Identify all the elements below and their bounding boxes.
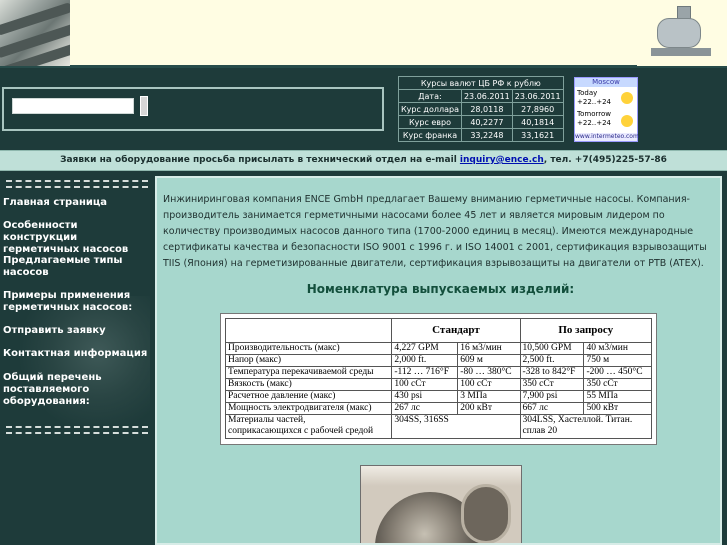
spec-cell: 16 м3/мин	[457, 342, 521, 355]
rate-value: 33,1621	[511, 128, 564, 142]
nomenclature-heading: Номенклатура выпускаемых изделий:	[306, 282, 575, 296]
spec-cell: Расчетное давление (макс)	[224, 390, 393, 403]
main-content: Инжиниринговая компания ENCE GmbH предла…	[155, 176, 722, 545]
weather-city: Moscow	[575, 78, 637, 87]
header-pipes-image	[0, 0, 70, 66]
sun-icon	[621, 92, 633, 104]
sidebar-divider	[6, 426, 148, 434]
spec-cell: -200 … 450°C	[583, 366, 652, 379]
weather-widget[interactable]: Moscow Today +22..+24 Tomorrow +22..+24 …	[574, 77, 639, 142]
exchange-rates-table: Курсы валют ЦБ РФ к рублю Дата: 23.06.20…	[398, 76, 564, 142]
spec-cell: Производительность (макс)	[224, 342, 393, 355]
header-pump-image	[637, 0, 727, 66]
table-row: Материалы частей, соприкасающихся с рабоч…	[224, 414, 653, 439]
sidebar-divider	[6, 180, 148, 188]
weather-site-link[interactable]: www.intermeteo.com	[575, 133, 639, 141]
pump-photo	[360, 465, 522, 543]
table-row: Напор (макс) 2,000 ft. 609 м 2,500 ft. 7…	[224, 354, 652, 367]
materials-label-line: Материалы частей,	[228, 415, 306, 425]
spec-cell: Мощность электродвигателя (макс)	[224, 402, 393, 415]
spec-cell: -328 to 842°F	[519, 366, 585, 379]
rate-value: 28,0118	[460, 102, 513, 116]
sidebar-item-applications[interactable]: Примеры применения герметичных насосов:	[3, 290, 149, 314]
sidebar-item-equipment-list[interactable]: Общий перечень поставляемого оборудовани…	[3, 372, 149, 408]
spec-cell: 55 МПа	[583, 390, 652, 403]
rates-caption: Курсы валют ЦБ РФ к рублю	[398, 76, 564, 90]
spec-cell: -80 … 380°C	[457, 366, 521, 379]
spec-header-empty	[224, 318, 393, 343]
sidebar-item-home[interactable]: Главная страница	[3, 197, 149, 209]
spec-cell: 430 psi	[391, 390, 459, 403]
intro-paragraph: Инжиниринговая компания ENCE GmbH предла…	[163, 194, 707, 269]
sidebar-item-design[interactable]: Особенности конструкции герметичных насо…	[3, 220, 149, 256]
spec-cell: 3 МПа	[457, 390, 521, 403]
site-header	[0, 0, 727, 68]
rate-value: 33,2248	[460, 128, 513, 142]
sidebar: Главная страница Особенности конструкции…	[0, 176, 153, 545]
rate-value: 40,2277	[460, 115, 513, 129]
rates-date-label: Дата:	[398, 89, 462, 103]
info-strip: Курсы валют ЦБ РФ к рублю Дата: 23.06.20…	[0, 70, 727, 144]
rate-label: Курс евро	[398, 115, 462, 129]
rate-value: 27,8960	[511, 102, 564, 116]
spec-cell: 304LSS, Хастеллой. Титан. сплав 20	[519, 414, 653, 439]
notice-bar: Заявки на оборудование просьба присылать…	[0, 150, 727, 171]
spec-cell: 4,227 GPM	[391, 342, 459, 355]
spec-cell: 350 сСт	[583, 378, 652, 391]
spec-cell: 10,500 GPM	[519, 342, 585, 355]
rate-label: Курс доллара	[398, 102, 462, 116]
spec-cell: 2,000 ft.	[391, 354, 459, 367]
spec-table: Стандарт По запросу Производительность (…	[224, 318, 653, 439]
spec-cell: 267 лс	[391, 402, 459, 415]
materials-req-line: сплав 20	[522, 426, 558, 436]
spec-cell: 2,500 ft.	[519, 354, 585, 367]
sidebar-background-image	[20, 296, 150, 436]
spec-cell: 609 м	[457, 354, 521, 367]
search-form	[2, 87, 384, 131]
notice-phone: , тел. +7(495)225-57-86	[543, 155, 667, 165]
sidebar-item-pump-types[interactable]: Предлагаемые типы насосов	[3, 255, 149, 279]
spec-cell: Температура перекачиваемой среды	[224, 366, 393, 379]
spec-cell: Напор (макс)	[224, 354, 393, 367]
rates-date: 23.06.2011	[460, 89, 513, 103]
sidebar-item-request[interactable]: Отправить заявку	[3, 325, 149, 337]
spec-cell: 667 лс	[519, 402, 585, 415]
spec-cell: 304SS, 316SS	[391, 414, 521, 439]
spec-cell: 100 сСт	[457, 378, 521, 391]
table-row: Производительность (макс) 4,227 GPM 16 м…	[224, 342, 652, 355]
table-row: Вязкость (макс) 100 сСт 100 сСт 350 сСт …	[224, 378, 652, 391]
spec-header-standard: Стандарт	[391, 318, 521, 343]
spec-cell: 750 м	[583, 354, 652, 367]
spec-cell: Материалы частей, соприкасающихся с рабоч…	[224, 414, 393, 439]
spec-cell: 7,900 psi	[519, 390, 585, 403]
table-row: Мощность электродвигателя (макс) 267 лс …	[224, 402, 652, 415]
weather-tomorrow-label: Tomorrow	[577, 110, 611, 118]
spec-cell: 350 сСт	[519, 378, 585, 391]
spec-cell: 500 кВт	[583, 402, 652, 415]
spec-cell: -112 … 716°F	[391, 366, 459, 379]
spec-cell: 100 сСт	[391, 378, 459, 391]
materials-req-line: 304LSS, Хастеллой. Титан.	[522, 415, 633, 425]
spec-header-on-request: По запросу	[519, 318, 653, 343]
table-row: Расчетное давление (макс) 430 psi 3 МПа …	[224, 390, 652, 403]
search-input[interactable]	[12, 98, 134, 114]
table-row: Температура перекачиваемой среды -112 … …	[224, 366, 652, 379]
spec-table-image: Стандарт По запросу Производительность (…	[220, 313, 657, 445]
spec-cell: 40 м3/мин	[583, 342, 652, 355]
rates-date: 23.06.2011	[511, 89, 564, 103]
spec-cell: Вязкость (макс)	[224, 378, 393, 391]
sun-icon	[621, 115, 633, 127]
rate-label: Курс франка	[398, 128, 462, 142]
search-button[interactable]	[140, 96, 148, 116]
materials-label-line: соприкасающихся с рабочей средой	[228, 426, 374, 436]
weather-tomorrow-temp: +22..+24	[577, 119, 611, 127]
email-link[interactable]: inquiry@ence.ch	[460, 155, 544, 165]
sidebar-item-contacts[interactable]: Контактная информация	[3, 348, 149, 360]
notice-text: Заявки на оборудование просьба присылать…	[60, 155, 460, 165]
weather-today-temp: +22..+24	[577, 98, 611, 106]
spec-cell: 200 кВт	[457, 402, 521, 415]
rate-value: 40,1814	[511, 115, 564, 129]
weather-today-label: Today	[577, 89, 598, 97]
